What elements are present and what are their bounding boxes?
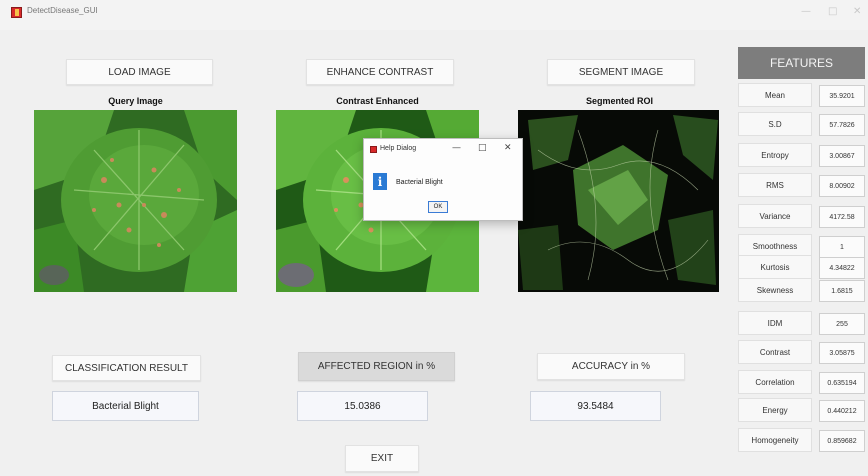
feature-label-s-d: S.D [738,112,812,136]
dialog-ok-button[interactable]: OK [428,201,448,213]
feature-value-energy: 0.440212 [819,400,865,422]
feature-value-skewness: 1.6815 [819,280,865,302]
feature-value-entropy: 3.00867 [819,145,865,167]
feature-label-contrast: Contrast [738,340,812,364]
close-icon[interactable]: ✕ [853,6,861,17]
window-titlebar: DetectDisease_GUI — □ ✕ [0,0,868,30]
maximize-icon[interactable]: □ [828,6,837,17]
feature-label-kurtosis: Kurtosis [738,255,812,279]
dialog-minimize-icon[interactable]: — [452,143,461,153]
load-image-button[interactable]: LOAD IMAGE [66,59,213,85]
segmented-roi-caption: Segmented ROI [585,96,653,106]
segmented-roi-image [518,110,719,292]
exit-button[interactable]: EXIT [345,445,419,472]
contrast-enhanced-caption: Contrast Enhanced [336,96,419,106]
accuracy-value: 93.5484 [530,391,661,421]
feature-value-variance: 4172.58 [819,206,865,228]
window-title: DetectDisease_GUI [27,6,98,15]
feature-label-correlation: Correlation [738,370,812,394]
feature-value-correlation: 0.635194 [819,372,865,394]
features-header: FEATURES [738,47,865,79]
feature-label-energy: Energy [738,398,812,422]
feature-label-rms: RMS [738,173,812,197]
matlab-app-icon [11,7,22,18]
segment-image-button[interactable]: SEGMENT IMAGE [547,59,695,85]
feature-value-rms: 8.00902 [819,175,865,197]
classification-result-value: Bacterial Blight [52,391,199,421]
dialog-close-icon[interactable]: ✕ [504,143,512,153]
feature-value-homogeneity: 0.859682 [819,430,865,452]
info-icon: i [373,173,387,190]
query-image [34,110,237,292]
affected-region-label: AFFECTED REGION in % [298,352,455,381]
help-dialog: Help Dialog — □ ✕ i Bacterial Blight OK [363,138,523,221]
feature-label-entropy: Entropy [738,143,812,167]
dialog-app-icon [370,146,377,153]
dialog-maximize-icon[interactable]: □ [478,143,487,153]
enhance-contrast-button[interactable]: ENHANCE CONTRAST [306,59,454,85]
dialog-message: Bacterial Blight [396,179,443,186]
feature-label-mean: Mean [738,83,812,107]
feature-value-kurtosis: 4.34822 [819,257,865,279]
affected-region-value: 15.0386 [297,391,428,421]
feature-label-homogeneity: Homogeneity [738,428,812,452]
feature-label-idm: IDM [738,311,812,335]
accuracy-label: ACCURACY in % [537,353,685,380]
feature-label-skewness: Skewness [738,278,812,302]
feature-value-contrast: 3.05875 [819,342,865,364]
query-image-caption: Query Image [108,96,163,106]
feature-value-smoothness: 1 [819,236,865,258]
classification-result-label: CLASSIFICATION RESULT [52,355,201,381]
feature-value-mean: 35.9201 [819,85,865,107]
dialog-titlebar: Help Dialog — □ ✕ [364,139,522,161]
dialog-title: Help Dialog [380,145,417,152]
minimize-icon[interactable]: — [801,6,811,17]
feature-value-s-d: 57.7826 [819,114,865,136]
feature-value-idm: 255 [819,313,865,335]
feature-label-variance: Variance [738,204,812,228]
